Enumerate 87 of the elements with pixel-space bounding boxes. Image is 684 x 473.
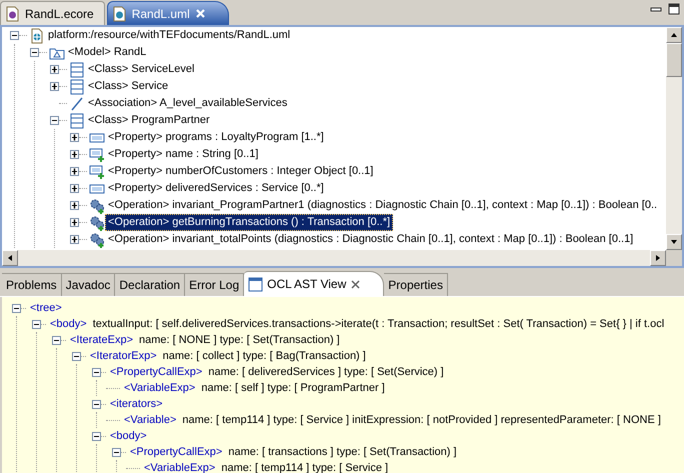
gears-icon: [89, 214, 105, 230]
node-attributes: name: [ temp114 ] type: [ Service ]: [221, 462, 388, 473]
node-tag[interactable]: <iterators>: [108, 398, 163, 410]
node-tag[interactable]: <Variable>: [122, 414, 176, 426]
tree-item[interactable]: <Property> numberOfCustomers : Integer Object [0..1]: [105, 163, 376, 180]
node-attributes: name: [ NONE ] type: [ Set(Transaction) ]: [139, 334, 340, 346]
close-icon[interactable]: [350, 278, 362, 290]
tree-item[interactable]: <Operation> invariant_totalPoints (diagnostics : Diagnostic Chain [0..1], context : Map [0..1]) : Boolean [0..1]: [105, 231, 636, 248]
property-add-icon: [89, 146, 105, 162]
node-tag[interactable]: <IterateExp>: [68, 334, 133, 346]
editor-tab[interactable]: RandL.uml: [106, 1, 229, 25]
collapse-icon[interactable]: [92, 400, 101, 408]
scroll-right-button[interactable]: [650, 250, 666, 266]
tree-item[interactable]: <Operation> getBurningTransactions () : Transaction [0..*]: [105, 214, 394, 231]
expand-icon[interactable]: [70, 150, 79, 159]
maximize-icon[interactable]: [668, 3, 680, 15]
expand-icon[interactable]: [70, 218, 79, 227]
expand-icon[interactable]: [70, 167, 79, 176]
scroll-up-button[interactable]: [666, 27, 682, 43]
collapse-icon[interactable]: [50, 116, 59, 125]
collapse-icon[interactable]: [30, 48, 39, 57]
node-attributes: name: [ self ] type: [ ProgramPartner ]: [201, 382, 385, 394]
node-attributes: name: [ temp114 ] type: [ Service ] initExpression: [ notProvided ] representedParameter: [ NONE ]: [182, 414, 661, 426]
node-tag[interactable]: <VariableExp>: [142, 462, 216, 473]
editor-tab[interactable]: RandL.ecore: [0, 1, 105, 25]
down-arrow-icon: [670, 239, 678, 245]
class-icon: [69, 62, 85, 78]
expand-icon[interactable]: [70, 133, 79, 142]
file-icon: [29, 28, 45, 44]
collapse-icon[interactable]: [72, 352, 81, 360]
view-tab[interactable]: Declaration: [115, 273, 186, 296]
left-arrow-icon: [7, 254, 13, 262]
collapse-icon[interactable]: [52, 336, 61, 344]
node-tag[interactable]: <body>: [108, 430, 147, 442]
vertical-scrollbar[interactable]: [666, 27, 682, 250]
expand-icon[interactable]: [70, 235, 79, 244]
view-tab[interactable]: Problems: [2, 273, 62, 296]
scrollbar-corner: [666, 250, 682, 266]
expand-icon[interactable]: [50, 82, 59, 91]
node-tag[interactable]: <tree>: [28, 302, 62, 314]
tree-item[interactable]: <Operation> invariant_ProgramPartner1 (diagnostics : Diagnostic Chain [0..1], context : Map [0..1]) : Boolean [0..: [105, 197, 660, 214]
file-icon: [112, 6, 127, 22]
node-attributes: name: [ collect ] type: [ Bag(Transaction) ]: [162, 350, 366, 362]
tree-item[interactable]: <Property> name : String [0..1]: [105, 146, 262, 163]
tree-item[interactable]: <Class> ServiceLevel: [85, 61, 198, 78]
gears-icon: [89, 198, 105, 214]
tree-item[interactable]: <Property> programs : LoyaltyProgram [1..*]: [105, 129, 327, 146]
view-tab[interactable]: Error Log: [185, 273, 244, 296]
right-arrow-icon: [655, 254, 661, 262]
collapse-icon[interactable]: [92, 432, 101, 440]
node-attributes: name: [ deliveredServices ] type: [ Set(Service) ]: [208, 366, 444, 378]
collapse-icon[interactable]: [32, 320, 41, 328]
expand-icon[interactable]: [70, 184, 79, 193]
node-tag[interactable]: <PropertyCallExp>: [128, 446, 222, 458]
view-tab[interactable]: Properties: [384, 273, 448, 296]
expand-icon[interactable]: [50, 65, 59, 74]
collapse-icon[interactable]: [112, 448, 121, 456]
view-tab[interactable]: OCL AST View: [244, 271, 384, 296]
node-tag[interactable]: <body>: [48, 318, 87, 330]
scroll-left-button[interactable]: [2, 250, 18, 266]
file-icon: [5, 6, 20, 22]
view-tab[interactable]: Javadoc: [62, 273, 116, 296]
horizontal-scrollbar[interactable]: [2, 250, 666, 266]
tree-item[interactable]: <Association> A_level_availableServices: [85, 95, 290, 112]
scrollbar-thumb[interactable]: [666, 43, 682, 77]
line-icon: [69, 96, 85, 112]
node-tag[interactable]: <VariableExp>: [122, 382, 196, 394]
tree-item[interactable]: <Model> RandL: [65, 44, 150, 61]
expand-icon[interactable]: [70, 201, 79, 210]
class-icon: [69, 78, 85, 94]
node-tag[interactable]: <PropertyCallExp>: [108, 366, 202, 378]
gears-icon: [89, 232, 105, 248]
tree-item[interactable]: <Class> Service: [85, 78, 172, 95]
collapse-icon[interactable]: [12, 304, 21, 312]
class-icon: [69, 112, 85, 128]
view-icon: [248, 276, 264, 292]
property-add-icon: [89, 164, 105, 180]
tree-item[interactable]: <Class> ProgramPartner: [85, 112, 213, 129]
node-attributes: textualInput: [ self.deliveredServices.transactions->iterate(t : Transaction; resultSet : Set( Transaction) = Set{ } | if t.ocl: [92, 318, 664, 330]
collapse-icon[interactable]: [10, 31, 19, 40]
up-arrow-icon: [670, 32, 678, 38]
tree-item[interactable]: platform:/resource/withTEFdocuments/RandL.uml: [45, 27, 294, 44]
node-tag[interactable]: <IteratorExp>: [88, 350, 157, 362]
collapse-icon[interactable]: [92, 368, 101, 376]
node-attributes: name: [ transactions ] type: [ Set(Transaction) ]: [228, 446, 457, 458]
tree-item[interactable]: <Property> deliveredServices : Service [0..*]: [105, 180, 327, 197]
scroll-down-button[interactable]: [666, 234, 682, 250]
